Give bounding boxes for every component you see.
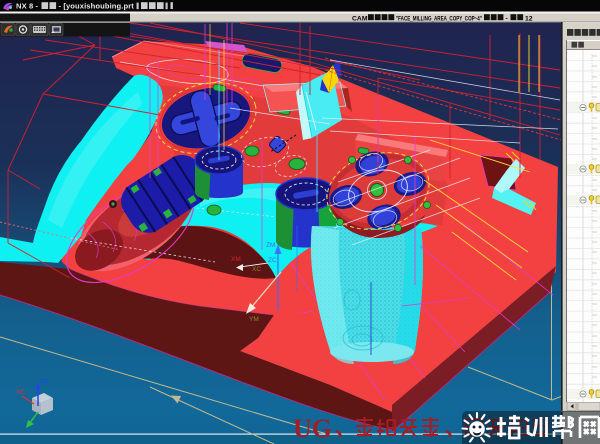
svg-text:NX 8 -: NX 8 -	[16, 2, 38, 11]
svg-text:ZM: ZM	[266, 242, 275, 249]
svg-text:CAM: CAM	[352, 15, 368, 22]
svg-text:-: -	[506, 15, 508, 22]
svg-text:ZC: ZC	[40, 378, 49, 385]
svg-text:- [youxishoubing.prt: - [youxishoubing.prt	[59, 2, 135, 11]
svg-text:XC: XC	[16, 389, 25, 396]
svg-text:"FACE_MILLING_AREA_COPY_COP~4": "FACE_MILLING_AREA_COPY_COP~4"	[396, 15, 482, 22]
svg-text:UG: UG	[293, 414, 332, 443]
svg-text:YM: YM	[249, 316, 259, 323]
svg-text:XM: XM	[231, 256, 241, 263]
svg-text:12: 12	[525, 15, 533, 22]
svg-text:ZC: ZC	[268, 257, 277, 264]
svg-text:XC: XC	[252, 266, 261, 273]
